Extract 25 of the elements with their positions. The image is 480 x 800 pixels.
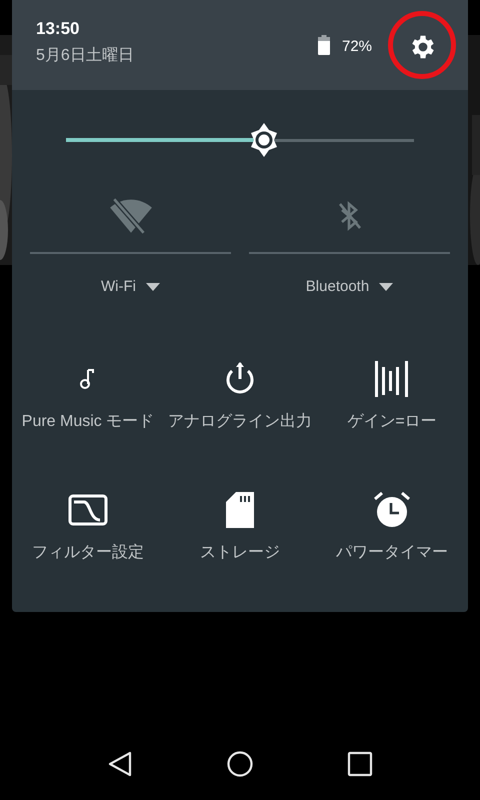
clock-time: 13:50 [36, 18, 80, 40]
music-note-icon [79, 368, 97, 390]
sd-card-icon [226, 492, 254, 528]
caret-icon [379, 283, 394, 292]
quick-setting-tile[interactable]: アナログライン出力 [164, 360, 316, 478]
quick-setting-tile[interactable]: パワータイマー [316, 492, 468, 608]
wifi-off-icon[interactable] [108, 197, 154, 235]
quick-setting-tile[interactable]: Pure Music モード [12, 360, 164, 478]
bluetooth-off-icon[interactable] [336, 199, 362, 233]
quick-setting-tile[interactable]: ゲイン=ロー [316, 360, 468, 478]
battery-percent: 72% [342, 37, 372, 57]
quick-setting-tile[interactable]: ストレージ [164, 492, 316, 608]
toggle-label-button[interactable]: Wi-Fi [101, 276, 160, 298]
battery-icon [318, 35, 330, 55]
date-text: 5月6日土曜日 [36, 46, 134, 66]
recents-icon[interactable] [347, 751, 373, 777]
home-icon[interactable] [226, 750, 254, 778]
caret-icon [146, 283, 160, 292]
alarm-clock-icon [373, 490, 411, 528]
quick-setting-tile[interactable]: フィルター設定 [12, 492, 164, 608]
filter-curve-icon [68, 494, 108, 526]
back-icon[interactable] [106, 750, 134, 778]
bars-icon [374, 360, 410, 398]
toggle-label-button[interactable]: Bluetooth [306, 276, 394, 298]
highlight-circle [387, 10, 457, 80]
